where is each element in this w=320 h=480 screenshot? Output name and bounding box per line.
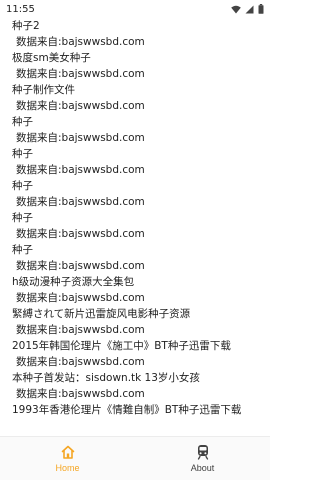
list-item[interactable]: 种子 数据来自:bajswwsbd.com [12,146,266,178]
item-title[interactable]: 2015年韩国伦理片《施工中》BT种子迅雷下载 [12,338,266,354]
train-icon [197,445,208,460]
wifi-icon [231,5,241,13]
item-source: 数据来自:bajswwsbd.com [16,132,145,144]
list-item[interactable]: 种子 数据来自:bajswwsbd.com [12,242,266,274]
list-item[interactable]: 种子制作文件 数据来自:bajswwsbd.com [12,82,266,114]
list-item[interactable]: 种子 数据来自:bajswwsbd.com [12,114,266,146]
list-item[interactable]: 种子 数据来自:bajswwsbd.com [12,210,266,242]
list-item[interactable]: 极度sm美女种子 数据来自:bajswwsbd.com [12,50,266,82]
item-source: 数据来自:bajswwsbd.com [16,68,145,80]
signal-icon [245,5,254,13]
nav-home[interactable]: Home [0,437,135,480]
list-item[interactable]: 緊縛されて新片迅雷旋风电影种子资源 数据来自:bajswwsbd.com [12,306,266,338]
bottom-navigation: Home About [0,436,270,480]
item-source: 数据来自:bajswwsbd.com [16,196,145,208]
item-title[interactable]: h级动漫种子资源大全集包 [12,274,266,290]
item-source: 数据来自:bajswwsbd.com [16,260,145,272]
item-source: 数据来自:bajswwsbd.com [16,356,145,368]
item-source: 数据来自:bajswwsbd.com [16,324,145,336]
status-bar: 11:55 [0,0,270,18]
item-source: 数据来自:bajswwsbd.com [16,228,145,240]
item-source: 数据来自:bajswwsbd.com [16,164,145,176]
list-item[interactable]: 种子 数据来自:bajswwsbd.com [12,178,266,210]
item-title[interactable]: 本种子首发站：sisdown.tk 13岁小女孩 [12,370,266,386]
nav-about[interactable]: About [135,437,270,480]
item-title[interactable]: 种子 [12,114,266,130]
item-title[interactable]: 緊縛されて新片迅雷旋风电影种子资源 [12,306,266,322]
item-title[interactable]: 1993年香港伦理片《情難自制》BT种子迅雷下载 [12,402,266,418]
item-title[interactable]: 极度sm美女种子 [12,50,266,66]
item-title[interactable]: 种子 [12,242,266,258]
item-source: 数据来自:bajswwsbd.com [16,388,145,400]
item-source: 数据来自:bajswwsbd.com [16,36,145,48]
list-item[interactable]: 2015年韩国伦理片《施工中》BT种子迅雷下载 数据来自:bajswwsbd.c… [12,338,266,370]
status-icons [231,4,264,14]
item-source: 数据来自:bajswwsbd.com [16,292,145,304]
list-item[interactable]: 1993年香港伦理片《情難自制》BT种子迅雷下载 [12,402,266,418]
item-source: 数据来自:bajswwsbd.com [16,100,145,112]
result-list[interactable]: 种子2 数据来自:bajswwsbd.com 极度sm美女种子 数据来自:baj… [0,18,270,436]
item-title[interactable]: 种子2 [12,18,266,34]
item-title[interactable]: 种子 [12,178,266,194]
nav-home-label: Home [55,463,80,473]
item-title[interactable]: 种子 [12,146,266,162]
nav-about-label: About [190,463,215,473]
list-item[interactable]: h级动漫种子资源大全集包 数据来自:bajswwsbd.com [12,274,266,306]
item-title[interactable]: 种子 [12,210,266,226]
battery-icon [258,4,264,14]
list-item[interactable]: 本种子首发站：sisdown.tk 13岁小女孩 数据来自:bajswwsbd.… [12,370,266,402]
item-title[interactable]: 种子制作文件 [12,82,266,98]
list-item[interactable]: 种子2 数据来自:bajswwsbd.com [12,18,266,50]
status-time: 11:55 [6,3,35,15]
home-icon [61,445,74,459]
